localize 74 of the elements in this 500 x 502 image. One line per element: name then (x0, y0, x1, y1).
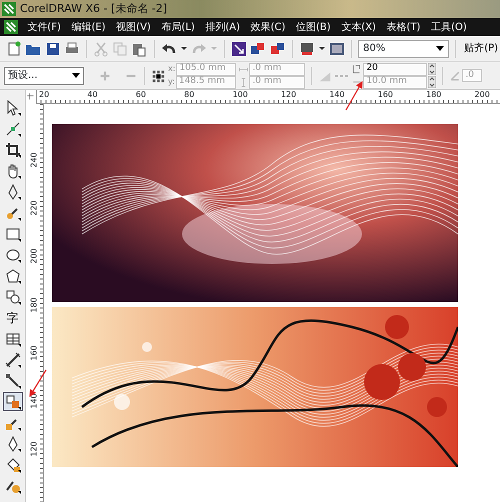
ellipse-icon (4, 246, 20, 262)
ruler-label: 80 (183, 90, 196, 101)
pick-icon (4, 100, 20, 116)
caret-icon (318, 47, 325, 50)
app-logo-icon (2, 2, 16, 16)
blend-icon (4, 394, 20, 410)
input-field[interactable]: 20 (363, 62, 428, 76)
menu-item[interactable]: 表格(T) (381, 20, 426, 34)
ruler-label: 120 (280, 90, 298, 101)
window-title: CorelDRAW X6 - [未命名 -2] (20, 0, 168, 17)
fill-icon (4, 456, 20, 472)
caret-icon (436, 46, 444, 51)
menu-item[interactable]: 工具(O) (426, 20, 472, 34)
caret-icon (180, 47, 187, 50)
blend-steps-icon (352, 64, 362, 74)
basic-icon (4, 288, 20, 304)
menu-item[interactable]: 编辑(E) (66, 20, 111, 34)
app-logo-icon (4, 20, 18, 34)
crop-icon (4, 142, 20, 158)
ruler-label: 120 (28, 442, 40, 457)
monitor-icon (298, 40, 315, 56)
snap-menu[interactable]: 贴齐(P) (462, 41, 500, 56)
ruler-label: 160 (376, 90, 394, 101)
ruler-label: 20 (38, 90, 50, 101)
connector-icon (4, 372, 20, 388)
menu-item[interactable]: 排列(A) (200, 20, 246, 34)
menu-item[interactable]: 文件(F) (22, 20, 66, 34)
ruler-label: 220 (28, 200, 40, 216)
menu-item[interactable]: 视图(V) (110, 20, 156, 34)
rotation-icon (449, 70, 462, 82)
ruler-label: 240 (28, 152, 40, 168)
caret-icon (72, 73, 80, 78)
caret-icon (211, 47, 218, 50)
new-document-button[interactable] (6, 40, 22, 58)
export-icon (250, 40, 266, 56)
ruler-label: 200 (474, 90, 491, 101)
ruler-label: 160 (28, 345, 40, 360)
spin-arrows-icon[interactable] (428, 76, 436, 88)
add-preset-icon (98, 68, 112, 82)
ruler-label: 140 (328, 90, 346, 101)
shape-icon (4, 120, 20, 136)
preset-dropdown[interactable]: 预设... (4, 66, 84, 84)
import-icon (231, 40, 248, 56)
ruler-label: 180 (425, 90, 442, 101)
cut-icon (92, 40, 109, 56)
export-icon (270, 40, 286, 56)
polygon-icon (4, 268, 20, 284)
import-button[interactable] (231, 40, 248, 58)
dimension-icon (4, 352, 20, 368)
copy-icon (112, 40, 128, 56)
spin-arrows-icon[interactable] (428, 63, 436, 75)
ruler-label: 200 (28, 248, 40, 264)
ruler-label: 100 (232, 90, 249, 101)
menu-item[interactable]: 位图(B) (290, 20, 336, 34)
field-label: x: (168, 63, 176, 75)
dimension-tool[interactable] (2, 350, 22, 369)
save-icon (44, 40, 61, 56)
table-icon (4, 330, 20, 346)
text-tool[interactable]: 字 (2, 308, 22, 327)
blend-tool[interactable] (2, 392, 22, 411)
image-window-icon (329, 40, 346, 56)
ruler-origin-icon (26, 92, 36, 102)
ruler-label: 40 (86, 90, 99, 101)
ruler-label: 60 (134, 90, 147, 101)
menu-item[interactable]: 布局(L) (156, 20, 200, 34)
menu-item[interactable]: 效果(C) (245, 20, 291, 34)
rectangle-icon (4, 226, 20, 242)
menu-item[interactable]: 文本(X) (336, 20, 382, 34)
new-document-icon (6, 40, 22, 56)
ruler-label: 180 (28, 297, 40, 312)
origin-grid-icon (151, 68, 165, 82)
annotation-arrow (345, 80, 363, 110)
zoom-dropdown[interactable]: 80% (358, 40, 450, 58)
field-label: y: (168, 76, 175, 88)
